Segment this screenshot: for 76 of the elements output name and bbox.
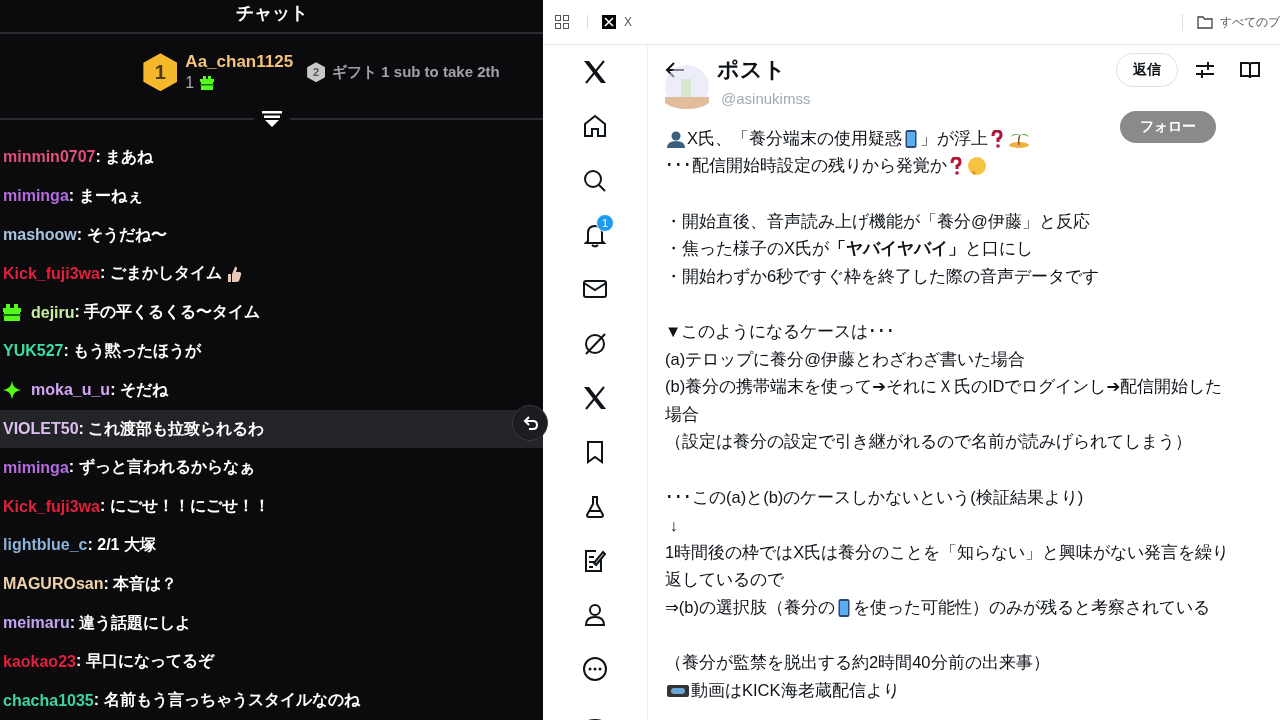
post-text: ・焦った様子のX氏が「ヤバイヤバイ」と口にし — [665, 238, 1033, 260]
chat-message-text: : そうだね〜 — [76, 224, 167, 246]
chat-username: VIOLET50 — [3, 420, 79, 438]
chat-message-text: : 名前もう言っちゃうスタイルなのね — [93, 690, 360, 711]
back-arrow-icon[interactable] — [665, 61, 685, 79]
chat-message-text: : 手の平くるくる〜タイム — [74, 302, 261, 323]
sliders-icon[interactable] — [1196, 61, 1214, 79]
post-text: ▼このようになるケースは･･･ — [665, 320, 896, 342]
chat-message-text: : これ渡部も拉致られるわ — [78, 418, 265, 439]
post-text: ・開始わずか6秒ですぐ枠を終了した際の音声データです — [665, 265, 1100, 288]
chat-username: Kick_fuji3wa — [3, 264, 100, 283]
post-text: を使った可能性）のみが残ると考察されている — [853, 596, 1210, 618]
chat-message-text: : ずっと言われるからなぁ — [68, 457, 255, 478]
chat-username: minmin0707 — [3, 148, 96, 167]
chat-message-text: : 早口になってるぞ — [75, 651, 214, 672]
phone-icon — [904, 129, 918, 148]
gift-icon — [200, 76, 215, 91]
folder-icon — [1197, 15, 1213, 29]
post-text: 動画はKICK海老蔵配信より — [691, 679, 900, 701]
post-text: (a)テロップに養分@伊藤とわざわざ書いた場合 — [665, 348, 1025, 370]
book-icon[interactable] — [1240, 61, 1260, 79]
post-text: ･･･この(a)と(b)のケースしかないという(検証結果より) — [665, 486, 1084, 508]
chat-message-text: : ごまかしタイム — [99, 263, 222, 284]
post-text: ⇒(b)の選択肢（養分の — [665, 596, 835, 618]
chat-username: meimaru — [3, 614, 70, 632]
question-mark-icon — [949, 157, 963, 176]
chat-message-text: : もう黙ったほうが — [63, 340, 202, 362]
chat-message-text: : 本音は？ — [103, 573, 178, 594]
next-rank-text: ギフト 1 sub to take 2th — [332, 62, 500, 82]
post-text: ・開始直後、音声読み上げ機能が「養分@伊藤」と反応 — [665, 210, 1090, 232]
post-text: 場合 — [665, 403, 699, 425]
question-mark-icon — [990, 129, 1004, 148]
leader-name: Aa_chan1125 — [185, 52, 294, 73]
apps-grid-icon[interactable] — [555, 15, 569, 29]
page-title: ポスト — [717, 56, 786, 84]
chat-message-text: : そだね — [110, 379, 168, 400]
post-text: X氏、「養分端末の使用疑惑 — [687, 127, 902, 149]
chat-username: Kick_fuji3wa — [3, 497, 100, 516]
chat-username: miminga — [3, 187, 69, 206]
chat-username: miminga — [3, 458, 69, 477]
return-arrow-icon — [523, 415, 539, 431]
chat-title: チャット — [235, 2, 308, 25]
post-text: (b)養分の携帯端末を使って➔それにＸ氏のIDでログインし➔配信開始した — [665, 376, 1223, 398]
x-logo-icon — [602, 15, 616, 29]
avatar — [665, 65, 709, 109]
post-text: （設定は養分の設定で引き継がれるので名前が読みげられてしまう） — [665, 431, 1192, 453]
post-text: 返しているので — [665, 569, 784, 591]
phone-icon — [837, 598, 851, 617]
chat-username: MAGUROsan — [3, 575, 104, 594]
reply-button[interactable]: 返信 — [1116, 53, 1178, 87]
post-text: 1時間後の枠ではX氏は養分のことを「知らない」と興味がない発言を繰り — [665, 541, 1230, 563]
person-icon — [667, 129, 685, 148]
rank-badge: 2 — [307, 62, 326, 83]
post-text: ･･･配信開始時設定の残りから発覚か — [665, 155, 947, 177]
post-text: 」が浮上 — [920, 127, 988, 149]
gift-count: 1 — [185, 74, 195, 93]
chat-username: dejiru — [31, 303, 75, 322]
post-text: （養分が監禁を脱出する約2時間40分前の出来事） — [665, 652, 1050, 674]
user-handle: @asinukimss — [721, 90, 811, 109]
browser-tab[interactable]: X — [587, 15, 632, 29]
chat-username: moka_u_u — [31, 381, 111, 400]
chat-message-text: : まあね — [95, 146, 154, 167]
post-text: ↓ — [668, 515, 678, 535]
bookmarks-folder[interactable]: すべてのブ — [1182, 13, 1280, 31]
chat-message-text: : にごせ！！にごせ！！ — [99, 496, 270, 517]
more-icon[interactable] — [581, 655, 609, 684]
rank-badge: 1 — [143, 53, 178, 92]
chat-username: kaokao23 — [3, 652, 76, 671]
chat-username: YUK527 — [3, 342, 64, 361]
chat-username: chacha1035 — [3, 691, 94, 710]
notification-badge: 1 — [596, 214, 614, 233]
chat-message-text: : まーねぇ — [68, 185, 143, 206]
chat-username: lightblue_c — [3, 536, 88, 555]
chat-message-text: : 2/1 大塚 — [87, 534, 156, 555]
chat-message-text: : 違う話題にしよ — [69, 612, 192, 634]
chat-username: mashoow — [3, 226, 77, 245]
